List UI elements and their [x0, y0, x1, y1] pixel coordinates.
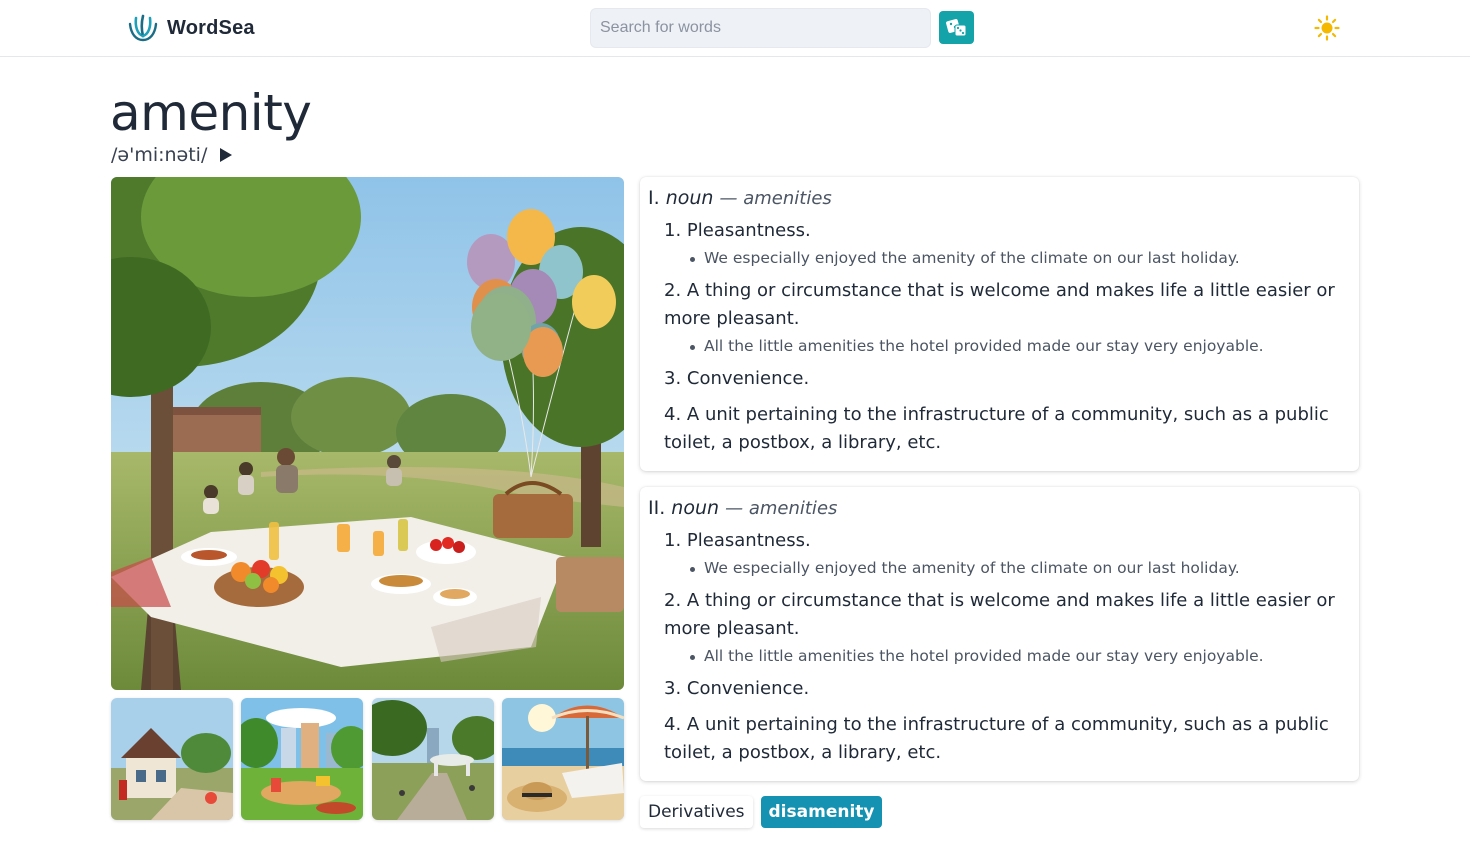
entry-heading: I. noun — amenities [648, 187, 1339, 209]
random-word-button[interactable] [939, 11, 974, 44]
word-title: amenity [110, 84, 312, 142]
beach-thumbnail-image [502, 698, 624, 820]
example-sentence: We especially enjoyed the amenity of the… [648, 247, 1339, 269]
sense-number: 1. [664, 220, 682, 241]
sense-4: 4. A unit pertaining to the infrastructu… [648, 711, 1339, 767]
sense-1: 1. Pleasantness. [648, 217, 1339, 245]
phonetic-row: /ə'mi:nəti/ [111, 144, 233, 166]
sense-number: 3. [664, 368, 682, 389]
play-icon[interactable] [219, 147, 233, 163]
sense-text: A unit pertaining to the infrastructure … [664, 404, 1329, 453]
wordsea-logo-icon [128, 14, 158, 42]
sense-text: A thing or circumstance that is welcome … [664, 590, 1335, 639]
definition-card-2: II. noun — amenities 1. Pleasantness. We… [640, 487, 1359, 781]
word-forms: — amenities [719, 188, 832, 209]
sense-text: Pleasantness. [686, 220, 811, 241]
sense-number: 1. [664, 530, 682, 551]
sense-3: 3. Convenience. [648, 365, 1339, 393]
logo[interactable]: WordSea [127, 12, 255, 44]
picnic-image [111, 177, 624, 690]
example-sentence: All the little amenities the hotel provi… [648, 335, 1339, 357]
dice-icon [945, 18, 966, 36]
sense-text: Pleasantness. [686, 530, 811, 551]
sense-text: Convenience. [686, 368, 810, 389]
example-text: We especially enjoyed the amenity of the… [704, 249, 1240, 267]
sense-3: 3. Convenience. [648, 675, 1339, 703]
sense-number: 2. [664, 280, 682, 301]
sense-1: 1. Pleasantness. [648, 527, 1339, 555]
thumbnail-4[interactable] [502, 698, 624, 820]
sense-number: 3. [664, 678, 682, 699]
entry-numeral: II. [648, 497, 666, 519]
sense-text: Convenience. [686, 678, 810, 699]
entry-heading: II. noun — amenities [648, 497, 1339, 519]
main-illustration[interactable] [111, 177, 624, 690]
example-sentence: All the little amenities the hotel provi… [648, 645, 1339, 667]
phonetic-text: /ə'mi:nəti/ [111, 144, 208, 166]
example-text: All the little amenities the hotel provi… [704, 647, 1264, 665]
sense-4: 4. A unit pertaining to the infrastructu… [648, 401, 1339, 457]
sense-number: 4. [664, 404, 682, 425]
sense-text: A thing or circumstance that is welcome … [664, 280, 1335, 329]
thumbnail-1[interactable] [111, 698, 233, 820]
city-park-thumbnail-image [241, 698, 363, 820]
search-input[interactable] [590, 8, 931, 48]
derivative-chip-disamenity[interactable]: disamenity [760, 796, 883, 828]
part-of-speech: noun [665, 187, 714, 209]
example-sentence: We especially enjoyed the amenity of the… [648, 557, 1339, 579]
village-thumbnail-image [111, 698, 233, 820]
derivatives-row: Derivatives disamenity [640, 796, 883, 828]
sense-2: 2. A thing or circumstance that is welco… [648, 587, 1339, 643]
sense-text: A unit pertaining to the infrastructure … [664, 714, 1329, 763]
example-text: All the little amenities the hotel provi… [704, 337, 1264, 355]
derivatives-label: Derivatives [640, 796, 753, 828]
word-forms: — amenities [725, 498, 838, 519]
thumbnail-2[interactable] [241, 698, 363, 820]
definition-card-1: I. noun — amenities 1. Pleasantness. We … [640, 177, 1359, 471]
sun-icon [1314, 15, 1340, 41]
top-header: WordSea [0, 0, 1470, 57]
sense-number: 4. [664, 714, 682, 735]
sense-2: 2. A thing or circumstance that is welco… [648, 277, 1339, 333]
sense-number: 2. [664, 590, 682, 611]
thumbnail-3[interactable] [372, 698, 494, 820]
logo-text: WordSea [167, 16, 255, 39]
park-pavilion-thumbnail-image [372, 698, 494, 820]
example-text: We especially enjoyed the amenity of the… [704, 559, 1240, 577]
part-of-speech: noun [671, 497, 720, 519]
entry-numeral: I. [648, 187, 660, 209]
theme-toggle-button[interactable] [1313, 14, 1341, 42]
